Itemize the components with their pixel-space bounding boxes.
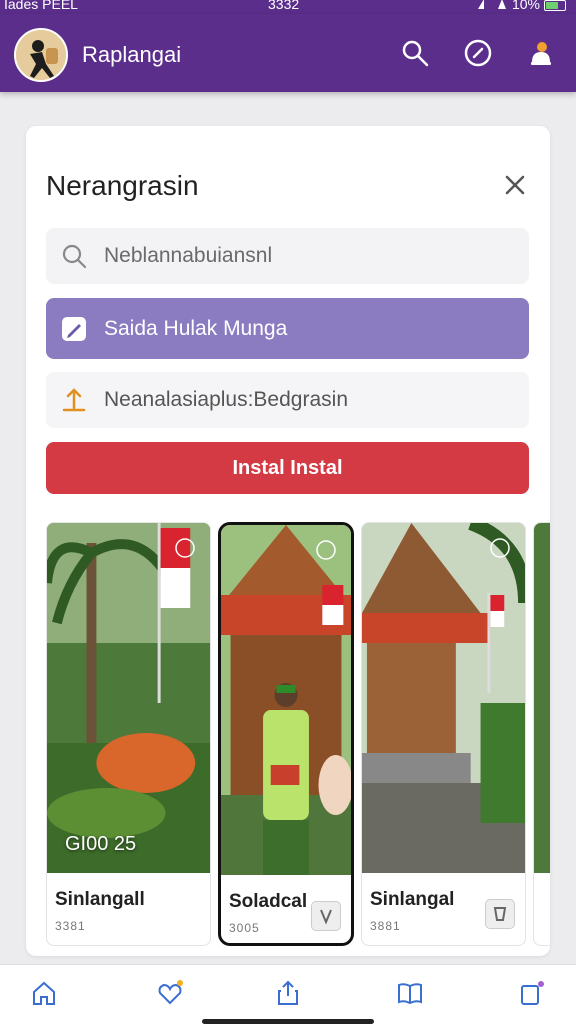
search-icon — [62, 244, 87, 269]
pages-icon[interactable] — [518, 979, 546, 1007]
bottom-nav — [0, 964, 576, 1024]
clock: 3332 — [268, 0, 300, 12]
search-icon[interactable] — [400, 38, 430, 68]
shield-icon — [493, 907, 507, 921]
chat-icon[interactable] — [463, 38, 493, 68]
avatar-figure-icon — [16, 30, 66, 80]
location-field[interactable]: Neanalasiaplus:Bedgrasin — [46, 372, 529, 428]
upload-icon — [62, 388, 86, 412]
photo-gallery[interactable]: GI00 25 Sinlangall 3381 Soladcal 3005 Si… — [46, 522, 550, 952]
avatar[interactable] — [14, 28, 68, 82]
app-title: Raplangai — [82, 42, 182, 67]
notification-icon[interactable] — [526, 38, 556, 68]
edit-field-value: Saida Hulak Munga — [104, 316, 288, 340]
carrier-label: Iades PEEL — [4, 0, 78, 12]
tile-title: Sinlangal — [370, 889, 455, 910]
app-bar: Raplangai — [0, 14, 576, 92]
status-bar: Iades PEEL 3332 10% — [0, 0, 576, 14]
tile-meta: 3881 — [370, 919, 401, 933]
wooden-house-photo — [362, 523, 525, 873]
tile-meta: 3381 — [55, 919, 86, 933]
tile-action-button[interactable] — [485, 899, 515, 929]
search-field[interactable]: Neblannabuiansnl — [46, 228, 529, 284]
shield-icon — [320, 909, 332, 925]
share-icon[interactable] — [274, 979, 302, 1007]
tile-title: Sinlangall — [55, 889, 145, 910]
tile-title: Soladcal — [229, 891, 308, 912]
search-placeholder: Neblannabuiansnl — [104, 244, 273, 267]
home-indicator[interactable] — [202, 1019, 374, 1024]
edit-icon — [62, 316, 86, 341]
gallery-tile-selected[interactable]: Soladcal 3005 — [218, 522, 354, 946]
battery-label: 10% — [511, 0, 540, 12]
photo-price-label: GI00 25 — [65, 833, 137, 855]
tile-action-button[interactable] — [311, 901, 341, 931]
favorites-icon[interactable] — [156, 979, 184, 1007]
wifi-icon — [497, 0, 506, 9]
install-button[interactable]: Instal Instal — [46, 442, 529, 494]
edit-field[interactable]: Saida Hulak Munga — [46, 298, 529, 359]
garden-photo — [47, 523, 210, 873]
close-icon[interactable] — [502, 172, 528, 198]
partial-photo — [534, 523, 550, 873]
dialog-title: Nerangrasin — [46, 170, 199, 201]
signal-icon — [477, 0, 484, 9]
tile-meta: 3005 — [229, 921, 260, 935]
battery-icon — [544, 0, 566, 11]
library-icon[interactable] — [396, 979, 424, 1007]
select-circle-icon[interactable] — [315, 539, 337, 561]
select-circle-icon[interactable] — [174, 537, 196, 559]
gallery-tile[interactable]: GI00 25 Sinlangall 3381 — [46, 522, 211, 946]
select-circle-icon[interactable] — [489, 537, 511, 559]
location-field-value: Neanalasiaplus:Bedgrasin — [104, 388, 348, 411]
gallery-tile-partial[interactable] — [533, 522, 550, 946]
dialog-card: Nerangrasin Neblannabuiansnl Saida Hulak… — [26, 126, 550, 956]
status-icons: 10% — [476, 0, 566, 12]
gallery-tile[interactable]: Sinlangal 3881 — [361, 522, 526, 946]
home-icon[interactable] — [30, 979, 58, 1007]
house-portrait-photo — [221, 525, 351, 875]
